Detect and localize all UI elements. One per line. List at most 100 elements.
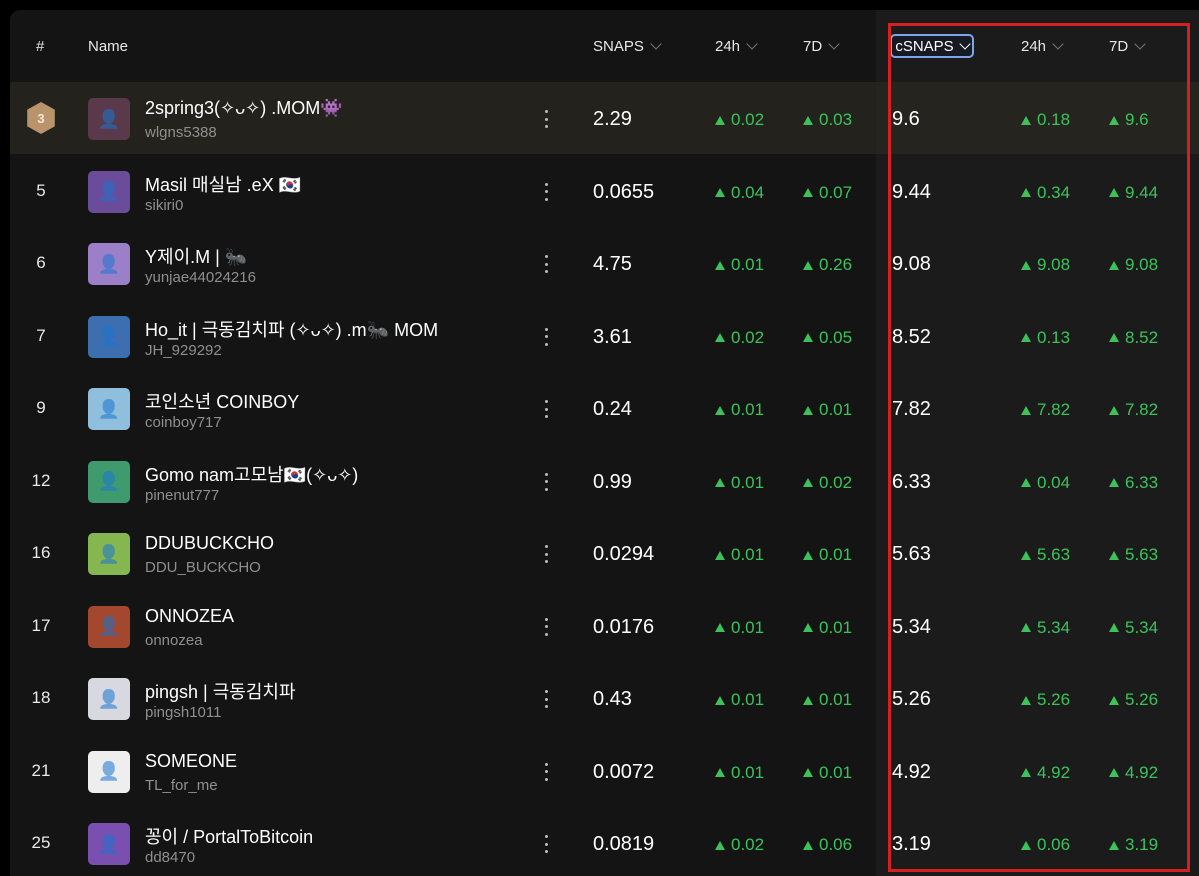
arrow-up-icon (1021, 478, 1031, 487)
arrow-up-icon (803, 405, 813, 415)
more-options-icon[interactable] (540, 762, 552, 781)
rank-number: 5 (36, 180, 46, 200)
arrow-up-icon (803, 478, 813, 487)
user-handle: JH_929292 (145, 341, 222, 359)
csnaps-value: 8.52 (892, 325, 931, 348)
more-options-icon[interactable] (540, 835, 552, 853)
snaps-7d-change: 0.01 (803, 545, 852, 565)
table-row[interactable]: 7 👤 Ho_it | 극동김치파 (✧ᴗ✧) .m🐜 MOM JH_92929… (10, 300, 1199, 372)
avatar[interactable]: 👤 (88, 605, 130, 648)
snaps-value: 0.0294 (593, 543, 655, 565)
more-options-icon[interactable] (540, 472, 552, 491)
avatar[interactable]: 👤 (88, 460, 130, 503)
table-row[interactable]: 👤 2spring3(✧ᴗ✧) .MOM👾 wlgns5388 2.29 0.0… (10, 82, 1199, 154)
user-name[interactable]: SOMEONE (145, 751, 237, 772)
csnaps-24h-change: 5.34 (1021, 618, 1070, 638)
more-options-icon[interactable] (540, 690, 552, 708)
user-handle: sikiri0 (145, 196, 184, 214)
user-handle: onnozea (145, 631, 203, 649)
snaps-24h-change: 0.02 (715, 328, 764, 348)
avatar[interactable]: 👤 (88, 823, 130, 865)
snaps-value: 0.0819 (593, 833, 655, 855)
table-row[interactable]: 12 👤 Gomo nam고모남🇰🇷(✧ᴗ✧) pinenut777 0.99 … (10, 445, 1199, 517)
snaps-value: 0.99 (593, 470, 632, 493)
rank-number: 16 (31, 543, 51, 562)
more-options-icon[interactable] (540, 255, 552, 273)
table-row[interactable]: 25 👤 꽁이 / PortalToBitcoin dd8470 0.0819 … (10, 807, 1199, 876)
user-name[interactable]: Y제이.M | 🐜 (145, 243, 247, 269)
user-name[interactable]: 꽁이 / PortalToBitcoin (145, 823, 313, 849)
more-options-icon[interactable] (540, 110, 552, 128)
avatar[interactable]: 👤 (88, 170, 130, 213)
arrow-up-icon (803, 768, 813, 777)
snaps-7d-change: 0.06 (803, 835, 852, 855)
user-handle: yunjae44024216 (145, 269, 256, 286)
chevron-down-icon (1052, 38, 1064, 50)
csnaps-value: 5.26 (892, 688, 931, 710)
rank-header: # (36, 38, 45, 55)
snaps-24h-change: 0.01 (715, 400, 764, 420)
user-name[interactable]: DDUBUCKCHO (145, 533, 274, 554)
user-name[interactable]: pingsh | 극동김치파 (145, 678, 296, 704)
user-name[interactable]: 코인소년 COINBOY (145, 388, 299, 414)
arrow-up-icon (715, 478, 725, 487)
csnaps-24h-change: 0.13 (1021, 328, 1070, 348)
csnaps-value: 6.33 (892, 470, 931, 493)
user-name[interactable]: Masil 매실남 .eX 🇰🇷 (145, 171, 301, 197)
csnaps-24h-change: 5.63 (1021, 545, 1070, 565)
user-name[interactable]: Gomo nam고모남🇰🇷(✧ᴗ✧) (145, 461, 358, 487)
snaps-7d-change: 0.07 (803, 183, 852, 203)
csnaps-24h-sort-header[interactable]: 24h (1021, 38, 1064, 55)
user-icon: 👤 (97, 326, 121, 346)
table-row[interactable]: 18 👤 pingsh | 극동김치파 pingsh1011 0.43 0.01… (10, 662, 1199, 734)
user-name[interactable]: Ho_it | 극동김치파 (✧ᴗ✧) .m🐜 MOM (145, 316, 438, 342)
snaps-7d-change: 0.05 (803, 328, 852, 348)
avatar[interactable]: 👤 (88, 678, 130, 720)
csnaps-value: 9.44 (892, 180, 931, 203)
snaps-7d-sort-header[interactable]: 7D (803, 38, 840, 55)
csnaps-7d-change: 9.6 (1109, 110, 1149, 130)
avatar[interactable]: 👤 (88, 533, 130, 575)
more-options-icon[interactable] (540, 617, 552, 636)
arrow-up-icon (1021, 115, 1031, 125)
csnaps-value: 9.6 (892, 108, 920, 130)
more-options-icon[interactable] (540, 182, 552, 201)
more-options-icon[interactable] (540, 327, 552, 346)
table-row[interactable]: 21 👤 SOMEONE TL_for_me 0.0072 0.01 0.01 … (10, 735, 1199, 807)
table-row[interactable]: 5 👤 Masil 매실남 .eX 🇰🇷 sikiri0 0.0655 0.04… (10, 155, 1199, 227)
user-icon: 👤 (97, 471, 121, 491)
table-row[interactable]: 16 👤 DDUBUCKCHO DDU_BUCKCHO 0.0294 0.01 … (10, 517, 1199, 589)
table-row[interactable]: 9 👤 코인소년 COINBOY coinboy717 0.24 0.01 0.… (10, 372, 1199, 444)
chevron-down-icon (1134, 38, 1146, 50)
chevron-down-icon (959, 37, 971, 50)
table-row[interactable]: 17 👤 ONNOZEA onnozea 0.0176 0.01 0.01 5.… (10, 590, 1199, 662)
arrow-up-icon (803, 623, 813, 632)
avatar[interactable]: 👤 (88, 388, 130, 430)
more-options-icon[interactable] (540, 545, 552, 563)
avatar[interactable]: 👤 (88, 243, 130, 285)
snaps-sort-header[interactable]: SNAPS (593, 38, 662, 55)
avatar[interactable]: 👤 (88, 98, 130, 140)
user-icon: 👤 (97, 688, 121, 709)
csnaps-sort-header[interactable]: cSNAPS (890, 34, 974, 58)
arrow-up-icon (1109, 695, 1119, 705)
table-row[interactable]: 6 👤 Y제이.M | 🐜 yunjae44024216 4.75 0.01 0… (10, 227, 1199, 299)
avatar[interactable]: 👤 (88, 315, 130, 358)
more-options-icon[interactable] (540, 400, 552, 418)
csnaps-7d-change: 7.82 (1109, 400, 1158, 420)
snaps-24h-sort-header[interactable]: 24h (715, 38, 758, 55)
snaps-value: 3.61 (593, 325, 632, 348)
snaps-24h-change: 0.02 (715, 110, 764, 130)
user-name[interactable]: 2spring3(✧ᴗ✧) .MOM👾 (145, 98, 343, 119)
user-handle: DDU_BUCKCHO (145, 559, 261, 576)
avatar[interactable]: 👤 (88, 750, 130, 793)
user-icon: 👤 (97, 108, 121, 129)
name-header: Name (88, 38, 129, 55)
user-name[interactable]: ONNOZEA (145, 606, 234, 627)
user-handle: pinenut777 (145, 486, 220, 504)
csnaps-7d-sort-header[interactable]: 7D (1109, 38, 1146, 55)
arrow-up-icon (1109, 478, 1119, 487)
arrow-up-icon (1021, 768, 1031, 777)
arrow-up-icon (803, 188, 813, 197)
arrow-up-icon (1109, 768, 1119, 777)
